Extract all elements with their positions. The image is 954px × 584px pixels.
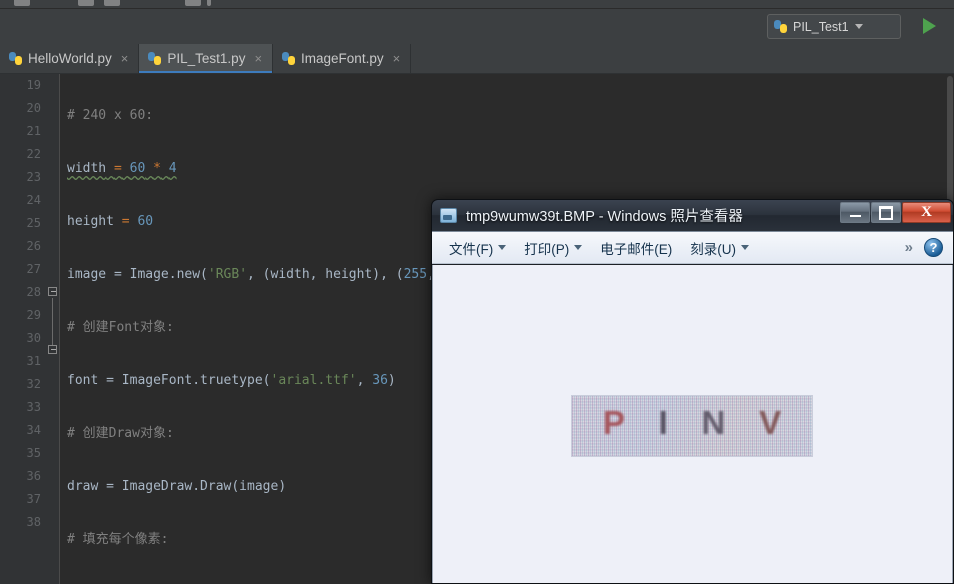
line-number: 31 — [26, 354, 41, 368]
chevron-down-icon — [574, 245, 583, 250]
line-number: 25 — [26, 216, 41, 230]
line-number: 29 — [26, 308, 41, 322]
window-controls: X — [840, 202, 951, 223]
viewer-image-area[interactable]: P I N V — [432, 265, 953, 583]
run-button[interactable] — [923, 18, 936, 34]
run-configuration-label: PIL_Test1 — [793, 19, 849, 34]
python-file-icon — [9, 52, 22, 65]
line-number: 27 — [26, 262, 41, 276]
tab-helloworld-py[interactable]: HelloWorld.py × — [0, 44, 140, 73]
captcha-letter: N — [701, 404, 726, 441]
viewer-title-bar[interactable]: tmp9wumw39t.BMP - Windows 照片查看器 X — [432, 200, 953, 231]
close-icon[interactable]: × — [254, 51, 262, 66]
menu-label: 文件(F) — [449, 241, 494, 257]
captcha-letters: P I N V — [572, 396, 812, 456]
close-button[interactable]: X — [902, 202, 951, 223]
line-number: 24 — [26, 193, 41, 207]
chevron-down-icon — [498, 245, 507, 250]
run-toolbar: PIL_Test1 — [0, 9, 954, 44]
toolbar-icon-2[interactable] — [78, 0, 94, 6]
windows-photo-viewer-window[interactable]: tmp9wumw39t.BMP - Windows 照片查看器 X 文件(F) … — [431, 199, 954, 584]
line-number: 36 — [26, 469, 41, 483]
fold-region-line — [52, 298, 53, 346]
photo-viewer-icon — [440, 208, 457, 223]
line-number: 23 — [26, 170, 41, 184]
toolbar-icon-3[interactable] — [104, 0, 120, 6]
run-configuration-selector[interactable]: PIL_Test1 — [767, 14, 901, 39]
line-number: 26 — [26, 239, 41, 253]
code-folding-gutter[interactable] — [46, 74, 60, 584]
code-line: width = 60 * 4 — [67, 161, 177, 176]
line-number: 30 — [26, 331, 41, 345]
tab-label: PIL_Test1.py — [167, 51, 246, 66]
python-file-icon — [282, 52, 296, 65]
captcha-letter: V — [759, 404, 782, 441]
pycharm-ide-window: PIL_Test1 HelloWorld.py × PIL_Test1.py ×… — [0, 0, 954, 584]
tab-imagefont-py[interactable]: ImageFont.py × — [273, 44, 412, 73]
code-line: # 240 x 60: — [67, 108, 154, 123]
line-number: 21 — [26, 124, 41, 138]
tab-label: ImageFont.py — [301, 51, 384, 66]
fold-marker-end[interactable] — [48, 345, 59, 356]
tab-label: HelloWorld.py — [28, 51, 112, 66]
minimize-button[interactable] — [840, 202, 870, 223]
line-number: 33 — [26, 400, 41, 414]
line-number: 34 — [26, 423, 41, 437]
close-icon[interactable]: × — [121, 51, 129, 66]
captcha-letter: I — [658, 404, 668, 441]
python-file-icon — [774, 20, 787, 33]
menu-print[interactable]: 打印(P) — [515, 235, 591, 261]
editor-tab-bar: HelloWorld.py × PIL_Test1.py × ImageFont… — [0, 44, 954, 74]
close-icon[interactable]: × — [393, 51, 401, 66]
toolbar-icon-5[interactable] — [207, 0, 211, 6]
line-number: 20 — [26, 101, 41, 115]
line-number: 38 — [26, 515, 41, 529]
viewer-title: tmp9wumw39t.BMP - Windows 照片查看器 — [466, 209, 743, 225]
menu-email[interactable]: 电子邮件(E) — [591, 235, 681, 261]
line-number: 32 — [26, 377, 41, 391]
overflow-chevrons-icon[interactable]: » — [905, 239, 913, 256]
toolbar-icon-4[interactable] — [185, 0, 201, 6]
help-icon[interactable]: ? — [924, 238, 943, 257]
fold-marker-for-x[interactable] — [48, 287, 59, 298]
captcha-image: P I N V — [571, 395, 813, 457]
viewer-menu-bar: 文件(F) 打印(P) 电子邮件(E) 刻录(U) » ? — [432, 231, 953, 264]
captcha-letter: P — [602, 404, 625, 441]
line-number: 28 — [26, 285, 41, 299]
python-file-icon — [148, 52, 162, 65]
line-number: 35 — [26, 446, 41, 460]
menu-label: 打印(P) — [524, 241, 570, 257]
line-number: 19 — [26, 78, 41, 92]
tab-pil-test1-py[interactable]: PIL_Test1.py × — [139, 44, 274, 73]
menu-label: 电子邮件(E) — [600, 241, 673, 257]
toolbar-icon-1[interactable] — [14, 0, 30, 6]
line-number-gutter: 19 20 21 22 23 24 25 26 27 28 29 30 31 3… — [0, 74, 46, 584]
chevron-down-icon — [741, 245, 749, 250]
menu-file[interactable]: 文件(F) — [440, 235, 515, 261]
maximize-button[interactable] — [871, 202, 901, 223]
chevron-down-icon — [854, 24, 863, 29]
main-toolbar-strip — [0, 0, 954, 9]
menu-burn[interactable]: 刻录(U) — [681, 235, 758, 261]
line-number: 37 — [26, 492, 41, 506]
line-number: 22 — [26, 147, 41, 161]
menu-label: 刻录(U) — [690, 241, 736, 257]
